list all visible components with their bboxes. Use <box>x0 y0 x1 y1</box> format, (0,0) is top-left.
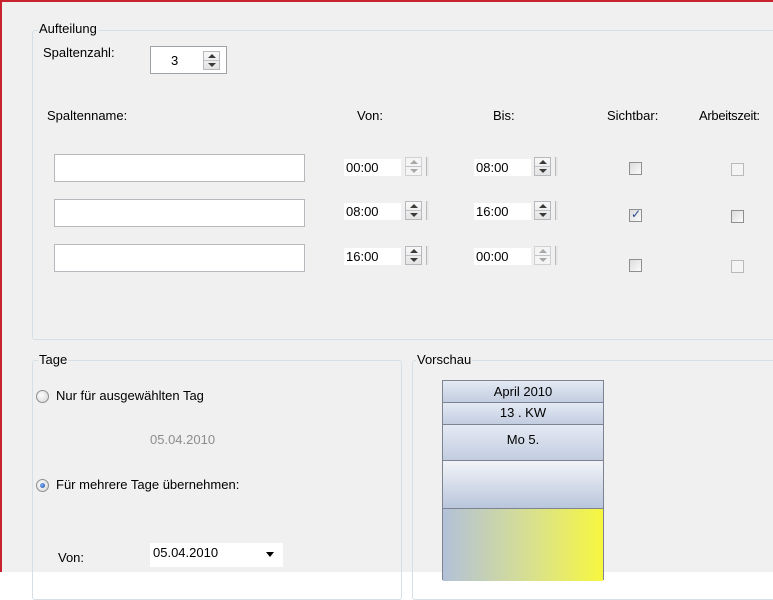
spin-edge <box>426 157 429 176</box>
von-spinner-2[interactable] <box>405 201 422 220</box>
von-input-3[interactable]: 16:00 <box>344 248 401 265</box>
spaltenname-input-1[interactable] <box>54 154 305 182</box>
arrow-down-icon <box>410 169 418 173</box>
spin-edge <box>426 246 429 265</box>
header-spaltenname: Spaltenname: <box>47 108 128 123</box>
sichtbar-checkbox-2[interactable]: ✓ <box>629 207 642 222</box>
bis-spinner-1[interactable] <box>534 157 551 176</box>
spaltenname-input-2[interactable] <box>54 199 305 227</box>
bis-input-2[interactable]: 16:00 <box>474 203 531 220</box>
spaltenzahl-label: Spaltenzahl: <box>43 45 115 60</box>
arrow-up-icon <box>539 160 547 164</box>
von-date-picker[interactable]: 05.04.2010 <box>150 543 283 567</box>
radio-selected-dot <box>40 483 45 488</box>
sichtbar-checkbox-1[interactable] <box>629 162 642 175</box>
arrow-up-icon <box>410 204 418 208</box>
spin-edge <box>555 201 558 220</box>
aufteilung-legend: Aufteilung <box>38 21 98 36</box>
arrow-down-icon <box>539 258 547 262</box>
option-single-label[interactable]: Nur für ausgewählten Tag <box>56 388 204 403</box>
von-date-value: 05.04.2010 <box>153 545 219 560</box>
arrow-down-icon <box>539 213 547 217</box>
arrow-down-icon <box>208 63 216 67</box>
preview-week: 13 . KW <box>443 403 603 425</box>
preview-slot-2 <box>443 509 603 581</box>
bis-input-3[interactable]: 00:00 <box>474 248 531 265</box>
von-input-2[interactable]: 08:00 <box>344 203 401 220</box>
sichtbar-checkbox-3[interactable] <box>629 259 642 272</box>
preview-day: Mo 5. <box>443 425 603 461</box>
single-date-value: 05.04.2010 <box>150 432 216 447</box>
von-date-label: Von: <box>58 550 85 565</box>
aufteilung-group <box>32 30 773 340</box>
arrow-up-icon <box>208 54 216 58</box>
spin-down-button[interactable] <box>204 61 219 69</box>
dropdown-arrow-icon[interactable] <box>266 552 274 557</box>
arrow-up-icon <box>410 160 418 164</box>
arrow-up-icon <box>539 204 547 208</box>
header-bis: Bis: <box>493 108 515 123</box>
spin-up-button[interactable] <box>204 52 219 61</box>
preview-month: April 2010 <box>443 381 603 403</box>
spaltenzahl-value: 3 <box>171 53 179 68</box>
von-spinner-1[interactable] <box>405 157 422 176</box>
arrow-up-icon <box>410 249 418 253</box>
von-input-1[interactable]: 00:00 <box>344 159 401 176</box>
spaltenzahl-spinner[interactable] <box>203 51 220 70</box>
spin-edge <box>555 246 558 265</box>
bis-spinner-3[interactable] <box>534 246 551 265</box>
tage-legend: Tage <box>38 352 69 367</box>
bis-input-1[interactable]: 08:00 <box>474 159 531 176</box>
preview-slot-1 <box>443 461 603 509</box>
arbeitszeit-checkbox-1[interactable] <box>731 163 744 176</box>
arrow-down-icon <box>539 169 547 173</box>
bis-spinner-2[interactable] <box>534 201 551 220</box>
option-multiple-label[interactable]: Für mehrere Tage übernehmen: <box>56 477 239 492</box>
spin-edge <box>426 201 429 220</box>
spin-edge <box>555 157 558 176</box>
arrow-down-icon <box>410 258 418 262</box>
header-arbeitszeit: Arbeitszeit: <box>699 108 760 123</box>
header-von: Von: <box>357 108 384 123</box>
dialog-window: Aufteilung Spaltenzahl: 3 Spaltenname: V… <box>0 0 773 600</box>
arrow-up-icon <box>539 249 547 253</box>
arbeitszeit-checkbox-2[interactable] <box>731 210 744 223</box>
preview-calendar: April 2010 13 . KW Mo 5. <box>442 380 604 581</box>
arrow-down-icon <box>410 213 418 217</box>
von-spinner-3[interactable] <box>405 246 422 265</box>
radio-single-day[interactable] <box>36 390 49 403</box>
arbeitszeit-checkbox-3[interactable] <box>731 260 744 273</box>
radio-multiple-days[interactable] <box>36 479 49 492</box>
vorschau-legend: Vorschau <box>416 352 473 367</box>
checkmark-icon: ✓ <box>631 207 642 221</box>
header-sichtbar: Sichtbar: <box>607 108 659 123</box>
spaltenname-input-3[interactable] <box>54 244 305 272</box>
